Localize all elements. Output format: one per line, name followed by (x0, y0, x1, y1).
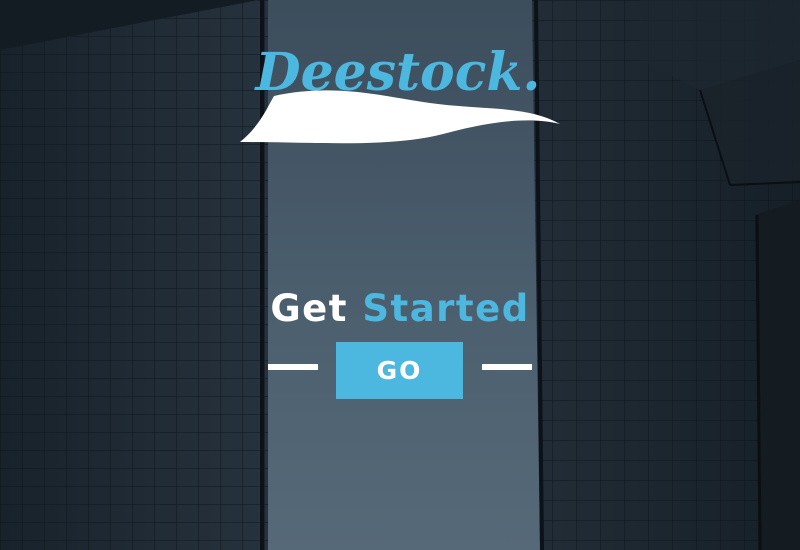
go-row: GO (268, 342, 532, 399)
divider-right (482, 364, 532, 370)
divider-left (268, 364, 318, 370)
page-title: Get Started (0, 285, 800, 333)
logo-swoosh-icon: Deestock. (240, 42, 560, 144)
headline-word-get: Get (270, 287, 348, 330)
go-button[interactable]: GO (336, 342, 463, 399)
deestock-logo[interactable]: Deestock. (238, 22, 562, 146)
headline-word-started: Started (362, 287, 530, 330)
logo-wordmark-text: Deestock. (253, 42, 540, 103)
hero-section: Deestock. Get Started GO (0, 0, 800, 550)
